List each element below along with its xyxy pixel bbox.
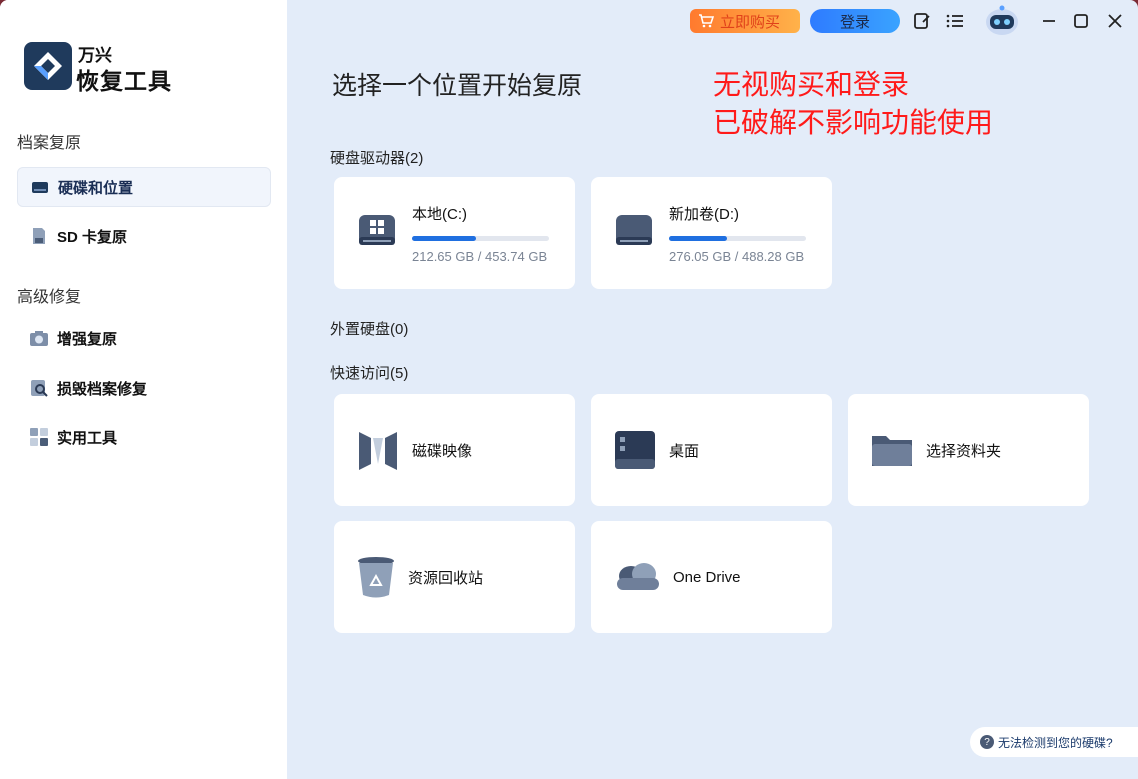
quick-card-disk-image[interactable]: 磁碟映像	[334, 394, 575, 506]
drive-usage-bar	[669, 236, 806, 241]
help-icon: ?	[980, 735, 994, 749]
recycle-bin-icon	[356, 555, 396, 599]
external-group-label: 外置硬盘(0)	[330, 321, 409, 338]
login-label: 登录	[839, 13, 870, 31]
drive-usage-fill	[412, 236, 477, 241]
sidebar-item-label: SD 卡复原	[57, 228, 128, 246]
sidebar-item-tools[interactable]: 实用工具	[17, 417, 271, 457]
sidebar-item-sd-card[interactable]: SD 卡复原	[17, 216, 271, 256]
sd-card-icon	[29, 226, 49, 246]
robot-assistant-icon[interactable]	[982, 4, 1022, 38]
drive-usage-bar	[412, 236, 549, 241]
annotation-line-2: 已破解不影响功能使用	[713, 107, 994, 138]
drive-name: 本地(C:)	[412, 206, 467, 223]
annotation-text: 无视购买和登录 已破解不影响功能使用	[713, 66, 993, 142]
tools-grid-icon	[29, 427, 49, 447]
hard-drive-windows-icon	[356, 211, 398, 251]
desktop-icon	[613, 429, 657, 471]
section-file-recovery: 档案复原	[17, 135, 82, 152]
quick-card-recycle-bin[interactable]: 资源回收站	[334, 521, 575, 633]
quick-access-label: 快速访问(5)	[330, 365, 409, 382]
app-window: 万兴 恢复工具 档案复原 硬碟和位置 SD 卡复原 高级修复 增强复原 损毁档案…	[0, 0, 1138, 779]
quick-card-folder[interactable]: 选择资料夹	[848, 394, 1089, 506]
quick-card-label: 桌面	[669, 442, 700, 460]
sidebar-item-label: 硬碟和位置	[58, 179, 134, 197]
drive-size: 276.05 GB / 488.28 GB	[669, 249, 805, 264]
onedrive-icon	[613, 560, 661, 594]
sidebar-item-enhanced[interactable]: 增强复原	[17, 318, 271, 358]
feedback-icon[interactable]	[911, 10, 933, 32]
quick-card-label: One Drive	[673, 568, 741, 586]
drives-group-label: 硬盘驱动器(2)	[330, 150, 424, 167]
section-advanced-repair: 高级修复	[17, 289, 82, 306]
quick-card-onedrive[interactable]: One Drive	[591, 521, 832, 633]
repair-file-icon	[29, 378, 49, 398]
buy-now-button[interactable]: 立即购买	[690, 9, 800, 33]
help-detect-drive-link[interactable]: ? 无法检测到您的硬碟?	[970, 727, 1138, 757]
folder-icon	[870, 430, 914, 470]
menu-icon[interactable]	[944, 10, 966, 32]
brand-large: 恢复工具	[76, 68, 172, 94]
quick-card-label: 磁碟映像	[412, 442, 473, 460]
maximize-icon[interactable]	[1070, 10, 1092, 32]
drive-card-d[interactable]: 新加卷(D:) 276.05 GB / 488.28 GB	[591, 177, 832, 289]
sidebar-item-label: 损毁档案修复	[57, 380, 148, 398]
quick-card-desktop[interactable]: 桌面	[591, 394, 832, 506]
sidebar-item-label: 增强复原	[57, 330, 118, 348]
app-logo-icon	[24, 42, 72, 90]
sidebar-item-drives[interactable]: 硬碟和位置	[17, 167, 271, 207]
drive-card-c[interactable]: 本地(C:) 212.65 GB / 453.74 GB	[334, 177, 575, 289]
hard-drive-icon	[30, 177, 50, 197]
disk-image-icon	[356, 428, 400, 472]
sidebar-item-label: 实用工具	[57, 429, 118, 447]
close-icon[interactable]	[1104, 10, 1126, 32]
drive-size: 212.65 GB / 453.74 GB	[412, 249, 548, 264]
sidebar: 万兴 恢复工具 档案复原 硬碟和位置 SD 卡复原 高级修复 增强复原 损毁档案…	[0, 0, 287, 779]
annotation-line-1: 无视购买和登录	[713, 69, 910, 100]
login-button[interactable]: 登录	[810, 9, 900, 33]
sidebar-item-repair[interactable]: 损毁档案修复	[17, 368, 271, 408]
help-label: 无法检测到您的硬碟?	[998, 735, 1113, 750]
quick-card-label: 选择资料夹	[926, 442, 1002, 460]
camera-icon	[29, 328, 49, 348]
drive-name: 新加卷(D:)	[669, 206, 739, 223]
quick-card-label: 资源回收站	[408, 569, 484, 587]
minimize-icon[interactable]	[1038, 10, 1060, 32]
hard-drive-icon	[613, 211, 655, 251]
cart-icon	[698, 14, 714, 28]
page-title: 选择一个位置开始复原	[332, 72, 583, 100]
buy-now-label: 立即购买	[720, 13, 781, 31]
drive-usage-fill	[669, 236, 727, 241]
